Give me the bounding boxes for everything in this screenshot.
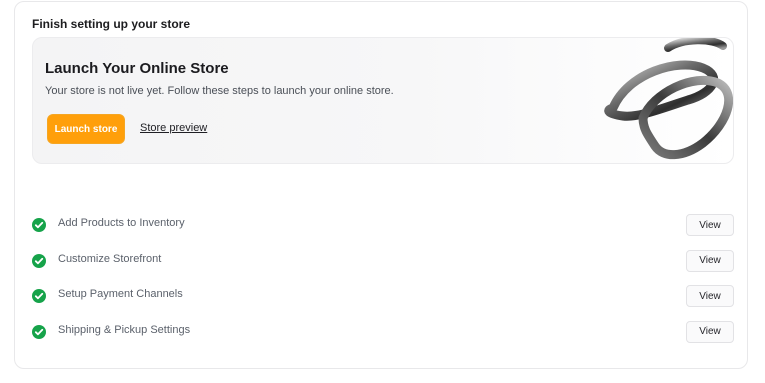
check-circle-icon xyxy=(32,324,46,339)
view-button[interactable]: View xyxy=(686,285,734,307)
view-button[interactable]: View xyxy=(686,214,734,236)
step-label: Add Products to Inventory xyxy=(58,217,185,229)
step-label: Shipping & Pickup Settings xyxy=(58,323,191,336)
check-circle-icon xyxy=(32,253,46,268)
step-label: Customize Storefront xyxy=(58,252,162,265)
launch-store-button[interactable]: Launch store xyxy=(47,114,125,144)
store-preview-link[interactable]: Store preview xyxy=(140,122,207,134)
step-row: Customize Storefront View xyxy=(32,249,734,286)
setup-card: Finish setting up your store Launch Your… xyxy=(14,1,748,369)
check-circle-icon xyxy=(32,289,46,303)
step-row: Shipping & Pickup Settings View xyxy=(32,320,734,357)
launch-banner: Launch Your Online Store Your store is n… xyxy=(32,37,734,164)
view-button[interactable]: View xyxy=(686,249,734,272)
decorative-3d-rings xyxy=(604,38,733,160)
step-row: Setup Payment Channels View xyxy=(32,285,734,321)
banner-title: Launch Your Online Store xyxy=(45,60,229,77)
step-label: Setup Payment Channels xyxy=(58,288,183,300)
banner-subtitle: Your store is not live yet. Follow these… xyxy=(45,85,394,97)
card-title: Finish setting up your store xyxy=(32,17,191,31)
check-circle-icon xyxy=(32,218,46,232)
view-button[interactable]: View xyxy=(686,320,734,343)
step-row: Add Products to Inventory View xyxy=(32,214,734,250)
setup-steps-list: Add Products to Inventory View Customize… xyxy=(32,214,734,356)
